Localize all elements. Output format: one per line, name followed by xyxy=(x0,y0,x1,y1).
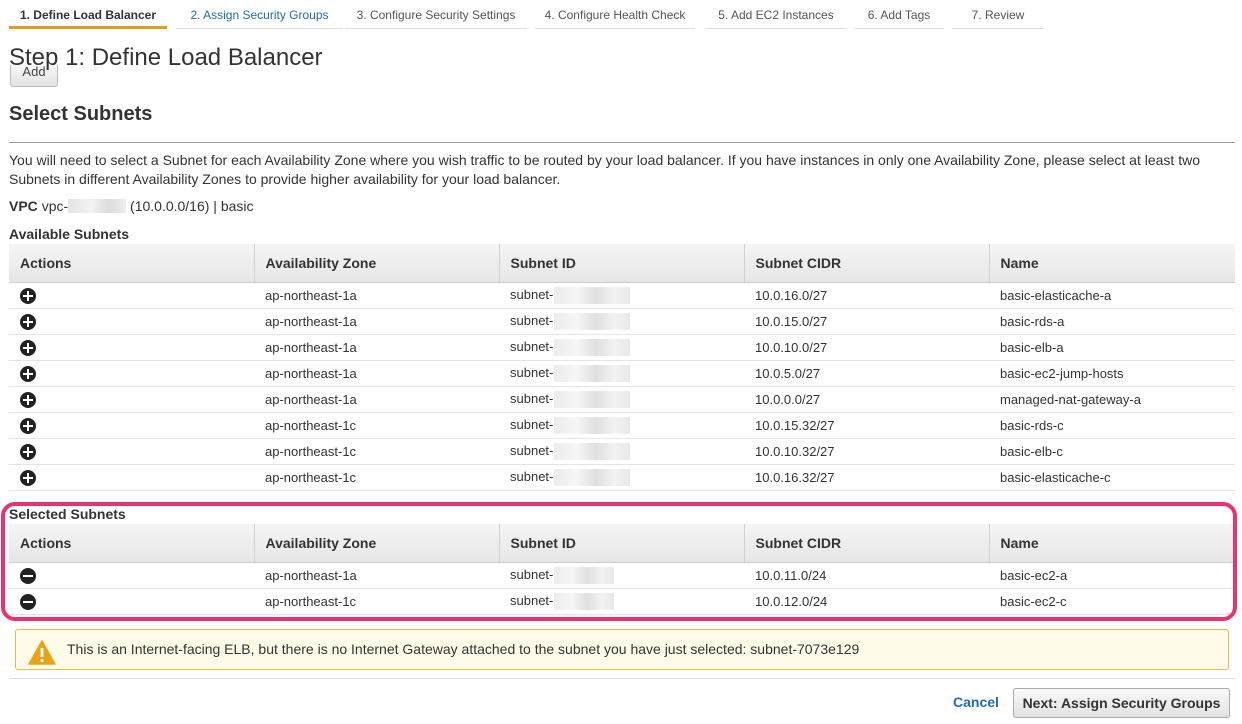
subnet-name-cell: basic-elasticache-c xyxy=(989,464,1235,491)
add-subnet-icon[interactable] xyxy=(20,287,36,304)
redacted-subnet-id xyxy=(554,313,631,331)
table-row: ap-northeast-1a subnet- 10.0.10.0/27 basic-… xyxy=(9,334,1235,361)
subnet-name-cell: managed-nat-gateway-a xyxy=(989,386,1235,413)
subnet-description: You will need to select a Subnet for eac… xyxy=(9,152,1200,187)
availability-zone-cell: ap-northeast-1a xyxy=(254,386,499,413)
page-title: Step 1: Define Load Balancer xyxy=(9,44,323,71)
subnet-name-cell: basic-elb-a xyxy=(989,334,1235,361)
subnet-cidr-cell: 10.0.10.32/27 xyxy=(744,438,989,465)
tab-configure-health-check[interactable]: 4. Configure Health Check xyxy=(535,0,695,29)
subnet-id-cell: subnet- xyxy=(499,282,744,309)
add-subnet-icon[interactable] xyxy=(20,469,36,486)
column-header-subnet-cidr[interactable]: Subnet CIDR xyxy=(743,244,989,283)
warning-banner: This is an Internet-facing ELB, but ther… xyxy=(15,629,1229,670)
add-subnet-icon[interactable] xyxy=(20,365,36,382)
subnet-id-cell: subnet- xyxy=(499,386,744,413)
subnet-cidr-cell: 10.0.15.32/27 xyxy=(744,412,989,439)
table-row: ap-northeast-1a subnet- 10.0.0.0/27 managed… xyxy=(9,386,1235,413)
redacted-subnet-id xyxy=(554,469,631,487)
subnet-name-cell: basic-elasticache-a xyxy=(989,282,1235,309)
availability-zone-cell: ap-northeast-1a xyxy=(254,334,499,361)
add-subnet-icon[interactable] xyxy=(20,313,36,330)
subnet-name-cell: basic-rds-c xyxy=(989,412,1235,439)
tab-configure-security-settings[interactable]: 3. Configure Security Settings xyxy=(345,0,527,29)
availability-zone-cell: ap-northeast-1c xyxy=(254,438,499,465)
subnet-id-prefix: subnet- xyxy=(510,468,554,484)
table-row: ap-northeast-1a subnet- 10.0.16.0/27 basic-… xyxy=(9,282,1235,309)
table-header-row: Actions Availability Zone Subnet ID Subn… xyxy=(9,244,1235,283)
table-row: ap-northeast-1c subnet- 10.0.10.32/27 basic… xyxy=(9,438,1235,465)
warning-triangle-icon xyxy=(28,640,56,665)
subnet-cidr-cell: 10.0.0.0/27 xyxy=(744,386,989,413)
footer-divider xyxy=(9,678,1235,679)
redacted-subnet-id xyxy=(554,339,631,357)
column-header-actions[interactable]: Actions xyxy=(9,244,254,283)
subnet-id-prefix: subnet- xyxy=(510,390,554,406)
column-header-availability-zone[interactable]: Availability Zone xyxy=(253,244,499,283)
selected-subnets-highlight xyxy=(1,502,1237,621)
subnet-cidr-cell: 10.0.15.0/27 xyxy=(744,308,989,335)
add-subnet-icon[interactable] xyxy=(20,443,36,460)
column-header-name[interactable]: Name xyxy=(988,244,1235,283)
table-row: ap-northeast-1c subnet- 10.0.15.32/27 basic… xyxy=(9,412,1235,439)
column-header-subnet-id[interactable]: Subnet ID xyxy=(498,244,744,283)
subnet-id-cell: subnet- xyxy=(499,438,744,465)
subnet-id-prefix: subnet- xyxy=(510,286,554,302)
tab-assign-security-groups[interactable]: 2. Assign Security Groups xyxy=(176,0,343,29)
table-row: ap-northeast-1a subnet- 10.0.15.0/27 basic-… xyxy=(9,308,1235,335)
availability-zone-cell: ap-northeast-1a xyxy=(254,360,499,387)
tab-define-load-balancer[interactable]: 1. Define Load Balancer xyxy=(9,0,167,29)
subnet-id-prefix: subnet- xyxy=(510,416,554,432)
available-subnets-table: Actions Availability Zone Subnet ID Subn… xyxy=(9,244,1235,491)
subnet-cidr-cell: 10.0.10.0/27 xyxy=(744,334,989,361)
availability-zone-cell: ap-northeast-1a xyxy=(254,282,499,309)
vpc-id-prefix: vpc- xyxy=(41,198,69,214)
subnet-id-prefix: subnet- xyxy=(510,312,554,328)
availability-zone-cell: ap-northeast-1c xyxy=(254,412,499,439)
table-row: ap-northeast-1c subnet- 10.0.16.32/27 basic… xyxy=(9,464,1235,491)
subnet-cidr-cell: 10.0.5.0/27 xyxy=(744,360,989,387)
availability-zone-cell: ap-northeast-1a xyxy=(254,308,499,335)
add-subnet-icon[interactable] xyxy=(20,391,36,408)
section-divider xyxy=(9,142,1235,143)
add-subnet-icon[interactable] xyxy=(20,417,36,434)
subnet-id-prefix: subnet- xyxy=(510,442,554,458)
subnet-name-cell: basic-elb-c xyxy=(989,438,1235,465)
redacted-vpc-id xyxy=(68,199,127,213)
redacted-subnet-id xyxy=(554,417,631,435)
add-subnet-icon[interactable] xyxy=(20,339,36,356)
cancel-link[interactable]: Cancel xyxy=(953,694,999,710)
tab-review[interactable]: 7. Review xyxy=(952,0,1044,29)
subnet-name-cell: basic-rds-a xyxy=(989,308,1235,335)
subnet-id-prefix: subnet- xyxy=(510,338,554,354)
subnet-cidr-cell: 10.0.16.0/27 xyxy=(744,282,989,309)
subnet-id-prefix: subnet- xyxy=(510,364,554,380)
subnet-id-cell: subnet- xyxy=(499,360,744,387)
vpc-cidr: (10.0.0.0/16) | basic xyxy=(130,198,254,214)
table-row: ap-northeast-1a subnet- 10.0.5.0/27 basic-e… xyxy=(9,360,1235,387)
redacted-subnet-id xyxy=(554,365,631,383)
redacted-subnet-id xyxy=(554,391,631,409)
tab-add-tags[interactable]: 6. Add Tags xyxy=(854,0,944,29)
vpc-info: VPC vpc- (10.0.0.0/16) | basic xyxy=(9,198,254,214)
redacted-subnet-id xyxy=(554,443,631,461)
vpc-label: VPC xyxy=(9,198,38,214)
tab-add-ec2-instances[interactable]: 5. Add EC2 Instances xyxy=(706,0,846,29)
subnet-id-cell: subnet- xyxy=(499,464,744,491)
subnet-name-cell: basic-ec2-jump-hosts xyxy=(989,360,1235,387)
availability-zone-cell: ap-northeast-1c xyxy=(254,464,499,491)
subnet-id-cell: subnet- xyxy=(499,412,744,439)
subnet-cidr-cell: 10.0.16.32/27 xyxy=(744,464,989,491)
section-title: Select Subnets xyxy=(9,103,153,125)
warning-text: This is an Internet-facing ELB, but ther… xyxy=(67,641,860,657)
next-assign-security-groups-button[interactable]: Next: Assign Security Groups xyxy=(1013,688,1230,718)
available-subnets-title: Available Subnets xyxy=(9,226,130,242)
redacted-subnet-id xyxy=(554,287,631,305)
subnet-id-cell: subnet- xyxy=(499,308,744,335)
subnet-id-cell: subnet- xyxy=(499,334,744,361)
